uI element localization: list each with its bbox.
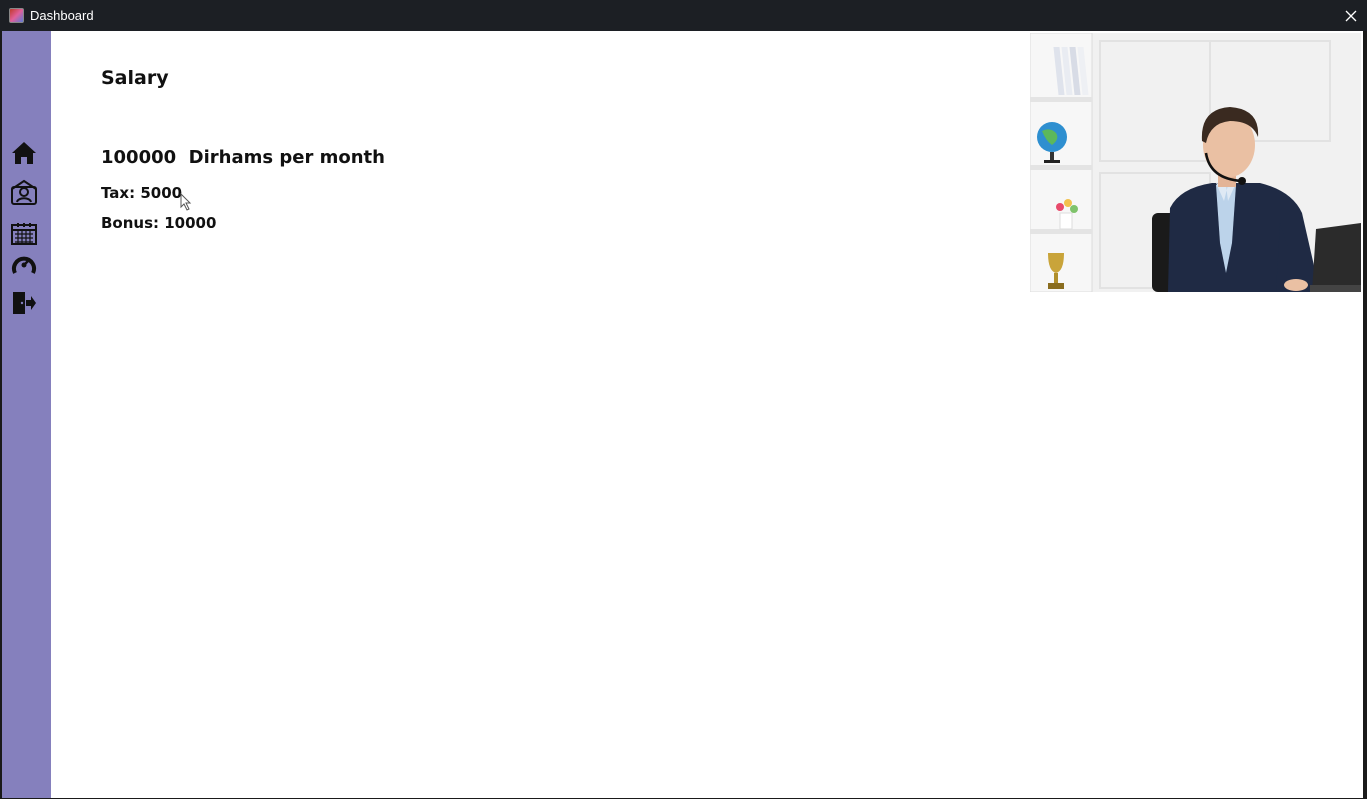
photo-image (1030, 33, 1361, 292)
id-badge-icon (11, 179, 37, 205)
logout-icon (13, 292, 36, 314)
salary-amount: 100000 Dirhams per month (101, 147, 385, 168)
page-title: Salary (101, 67, 169, 89)
window-title: Dashboard (30, 8, 94, 23)
app-icon (9, 8, 24, 23)
main-content: Salary 100000 Dirhams per month Tax: 500… (51, 31, 1363, 798)
dashboard-window: Salary 100000 Dirhams per month Tax: 500… (2, 31, 1363, 798)
close-button[interactable] (1335, 0, 1367, 31)
tax-amount: Tax: 5000 (101, 184, 183, 202)
mouse-cursor-icon (180, 193, 192, 211)
office-photo (1030, 33, 1361, 292)
calendar-icon (11, 223, 37, 245)
nav-profile-button[interactable] (10, 178, 38, 206)
sidebar (2, 31, 51, 798)
gauge-icon (12, 256, 36, 274)
home-icon (12, 142, 36, 164)
bonus-amount: Bonus: 10000 (101, 214, 217, 232)
close-icon (1345, 10, 1357, 21)
nav-home-button[interactable] (10, 139, 38, 167)
nav-calendar-button[interactable] (10, 219, 38, 247)
nav-performance-button[interactable] (10, 251, 38, 279)
title-bar: Dashboard (0, 0, 1367, 31)
nav-logout-button[interactable] (10, 289, 38, 317)
